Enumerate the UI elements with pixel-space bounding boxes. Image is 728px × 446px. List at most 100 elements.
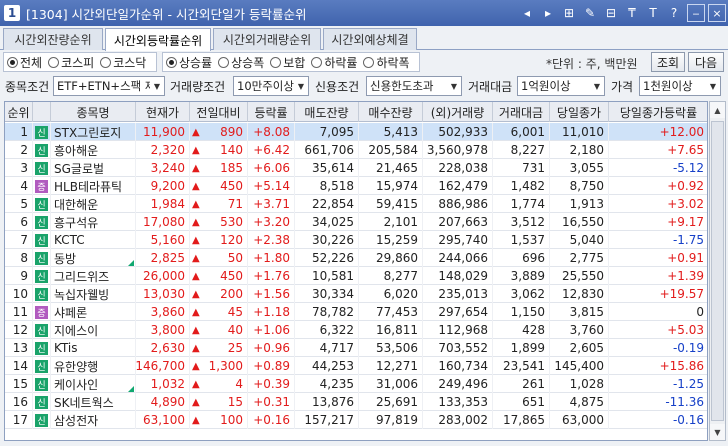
radio-rise-rate-indicator[interactable] [166,56,177,68]
name-cell[interactable]: 유한양행 [51,357,136,375]
table-row[interactable]: 11 증 샤페론 3,860 ▲ 45 +1.18 78,782 77,453 297,654 1,… [5,303,707,321]
header-close[interactable]: 당일종가 [550,102,609,122]
table-row[interactable]: 8 신 동방 2,825 ▲ 50 +1.80 52,226 29,860 244,066 696 2… [5,249,707,267]
ranking-table[interactable]: 순위 종목명 현재가 전일대비 등락률 매도잔량 매수잔량 (외)거래량 거래대금 당일종가 당일종… [4,101,708,441]
table-row[interactable]: 12 신 지에스이 3,800 ▲ 40 +1.06 6,322 16,811 112,968 42… [5,321,707,339]
header-change[interactable]: 전일대비 [190,102,248,122]
amt-cell: 1,537 [493,231,550,249]
next-screen-icon[interactable]: ▸ [538,3,558,23]
prev-screen-icon[interactable]: ◂ [517,3,537,23]
name-cell[interactable]: 삼성전자 [51,411,136,429]
header-badge[interactable] [33,102,51,122]
name-cell[interactable]: SG글로벌 [51,159,136,177]
table-row[interactable]: 15 신 케이사인 1,032 ▲ 4 +0.39 4,235 31,006 249,496 261… [5,375,707,393]
table-row[interactable]: 10 신 녹십자웰빙 13,030 ▲ 200 +1.56 30,334 6,020 235,01… [5,285,707,303]
header-close_rate[interactable]: 당일종가등락률 [609,102,707,122]
tab-overtime-rate[interactable]: 시간외등락률순위 [105,28,211,51]
radio-fall-rate[interactable]: 하락률 [308,54,360,71]
rank-cell: 7 [5,231,33,249]
radio-all[interactable]: 전체 [4,54,45,71]
table-row[interactable]: 13 신 KTis 2,630 ▲ 25 +0.96 4,717 53,506 703,552 1,… [5,339,707,357]
name-cell[interactable]: KCTC [51,231,136,249]
radio-fall-rate-indicator[interactable] [311,56,323,68]
amount-select[interactable]: 1억원이상 ▼ [517,76,605,96]
price-cell: 63,100 [136,411,190,429]
header-rate[interactable]: 등락률 [248,102,295,122]
price-select[interactable]: 1천원이상 ▼ [639,76,721,96]
chevron-down-icon[interactable]: ▼ [447,77,461,95]
header-rank[interactable]: 순위 [5,102,33,122]
help-icon[interactable]: ? [664,3,684,23]
radio-kosdaq-indicator[interactable] [100,56,112,68]
tab-overtime-expected[interactable]: 시간외예상체결 [323,28,417,50]
tab-overtime-remain[interactable]: 시간외잔량순위 [3,28,103,50]
minimize-icon[interactable]: ‒ [687,4,705,22]
table-row[interactable]: 17 신 삼성전자 63,100 ▲ 100 +0.16 157,217 97,819 283,0… [5,411,707,429]
stock-cond-select[interactable]: ETF+ETN+스팩 제 ▼ [53,76,165,96]
vertical-scrollbar[interactable]: ▲ ▼ [709,101,726,441]
close-icon[interactable]: × [708,4,726,22]
bid-cell: 21,465 [359,159,423,177]
radio-rise-rate[interactable]: 상승률 [163,54,215,71]
table-row[interactable]: 6 신 흥구석유 17,080 ▲ 530 +3.20 34,025 2,101 207,663 3… [5,213,707,231]
header-amt[interactable]: 거래대금 [493,102,550,122]
name-cell[interactable]: 그리드위즈 [51,267,136,285]
radio-kosdaq[interactable]: 코스닥 [97,54,149,71]
margin-badge-icon: 증 [35,179,48,193]
table-row[interactable]: 5 신 대한해운 1,984 ▲ 71 +3.71 22,854 59,415 886,986 1,… [5,195,707,213]
name-cell[interactable]: SK네트웍스 [51,393,136,411]
name-cell[interactable]: 샤페론 [51,303,136,321]
radio-rise-amount-indicator[interactable] [218,56,230,68]
radio-kospi-indicator[interactable] [48,56,60,68]
scroll-thumb[interactable] [711,121,724,421]
close_rate-cell: +5.03 [609,321,707,339]
tab-overtime-volume[interactable]: 시간외거래량순위 [213,28,321,50]
header-ask[interactable]: 매도잔량 [295,102,359,122]
radio-fall-amount[interactable]: 하락폭 [360,54,412,71]
pin-icon[interactable]: ₸ [622,3,642,23]
radio-unchanged[interactable]: 보합 [267,54,308,71]
table-row[interactable]: 2 신 흥아해운 2,320 ▲ 140 +6.42 661,706 205,584 3,560,… [5,141,707,159]
name-cell[interactable]: STX그린로지 [51,123,136,141]
edit-icon[interactable]: ✎ [580,3,600,23]
name-cell[interactable]: 대한해운 [51,195,136,213]
name-cell[interactable]: 흥아해운 [51,141,136,159]
scroll-up-icon[interactable]: ▲ [710,102,725,118]
name-cell[interactable]: 동방 [51,249,136,267]
header-bid[interactable]: 매수잔량 [359,102,423,122]
table-row[interactable]: 14 신 유한양행 146,700 ▲ 1,300 +0.89 44,253 12,271 160… [5,357,707,375]
name-cell[interactable]: 케이사인 [51,375,136,393]
radio-fall-amount-indicator[interactable] [363,56,375,68]
table-row[interactable]: 3 신 SG글로벌 3,240 ▲ 185 +6.06 35,614 21,465 228,038… [5,159,707,177]
name-cell[interactable]: 흥구석유 [51,213,136,231]
next-button[interactable]: 다음 [688,52,724,72]
name-cell[interactable]: HLB테라퓨틱 [51,177,136,195]
radio-kospi[interactable]: 코스피 [45,54,97,71]
name-cell[interactable]: KTis [51,339,136,357]
chevron-down-icon[interactable]: ▼ [294,77,308,95]
table-row[interactable]: 7 신 KCTC 5,160 ▲ 120 +2.38 30,226 15,259 295,740 1… [5,231,707,249]
query-button[interactable]: 조회 [651,52,685,72]
chevron-down-icon[interactable]: ▼ [150,77,164,95]
radio-all-indicator[interactable] [7,56,18,68]
volume-cond-select[interactable]: 10만주이상 ▼ [233,76,309,96]
table-row[interactable]: 9 신 그리드위즈 26,000 ▲ 450 +1.76 10,581 8,277 148,029… [5,267,707,285]
table-row[interactable]: 4 증 HLB테라퓨틱 9,200 ▲ 450 +5.14 8,518 15,974 162,47… [5,177,707,195]
font-size-icon[interactable]: T [643,3,663,23]
table-row[interactable]: 16 신 SK네트웍스 4,890 ▲ 15 +0.31 13,876 25,691 133,35… [5,393,707,411]
print-icon[interactable]: ⊟ [601,3,621,23]
header-vol[interactable]: (외)거래량 [423,102,493,122]
header-name[interactable]: 종목명 [51,102,136,122]
layout-icon[interactable]: ⊞ [559,3,579,23]
name-cell[interactable]: 녹십자웰빙 [51,285,136,303]
credit-cond-select[interactable]: 신용한도초과 ▼ [366,76,462,96]
scroll-down-icon[interactable]: ▼ [710,424,725,440]
radio-unchanged-indicator[interactable] [270,56,282,68]
table-row[interactable]: 1 신 STX그린로지 11,900 ▲ 890 +8.08 7,095 5,413 502,93… [5,123,707,141]
vol-cell: 160,734 [423,357,493,375]
header-price[interactable]: 현재가 [136,102,190,122]
chevron-down-icon[interactable]: ▼ [590,77,604,95]
chevron-down-icon[interactable]: ▼ [706,77,720,95]
radio-rise-amount[interactable]: 상승폭 [215,54,267,71]
name-cell[interactable]: 지에스이 [51,321,136,339]
